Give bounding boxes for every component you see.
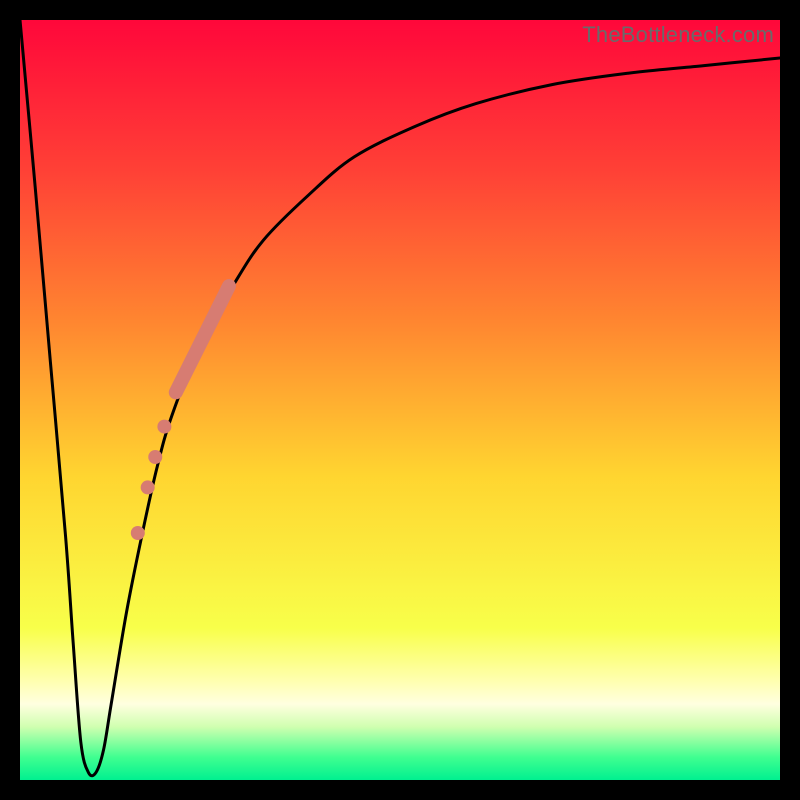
highlight-dot [148,450,162,464]
highlight-dot [141,480,155,494]
plot-area: TheBottleneck.com [20,20,780,780]
highlight-dot [157,420,171,434]
highlight-dot [131,526,145,540]
highlight-segment [176,286,229,392]
bottleneck-curve [20,20,780,776]
chart-frame: TheBottleneck.com [0,0,800,800]
chart-svg [20,20,780,780]
